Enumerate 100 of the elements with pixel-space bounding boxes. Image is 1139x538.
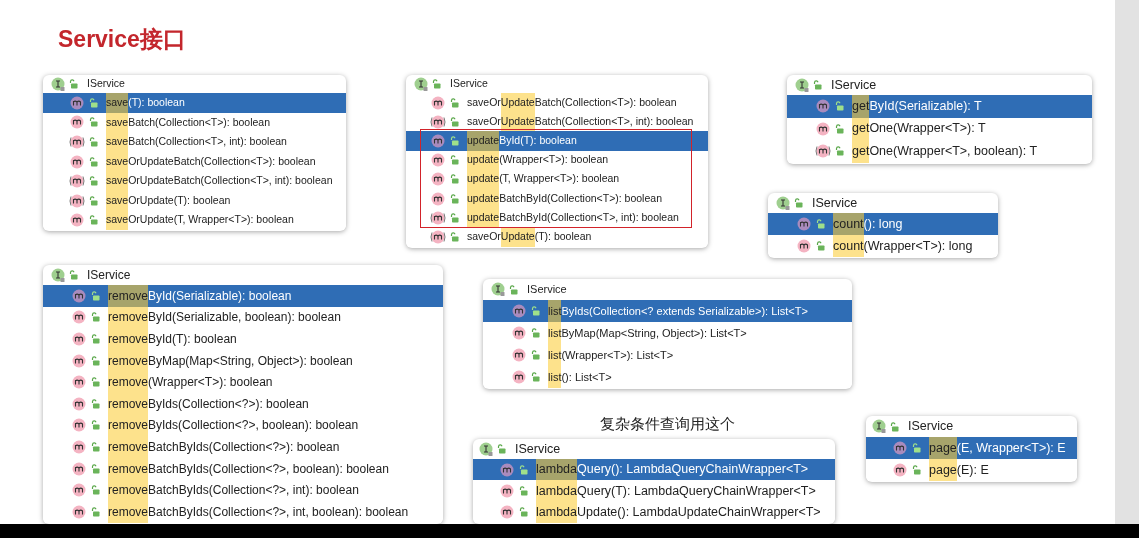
popup-header: IService (831, 76, 877, 94)
method-icon (815, 144, 831, 159)
lock-icon (91, 355, 100, 366)
suggestion-item[interactable]: updateBatchById(Collection<T>, int): boolean (406, 208, 708, 228)
method-icon (511, 326, 527, 340)
lock-icon (450, 97, 459, 108)
lock-icon (91, 441, 100, 452)
lock-icon (432, 79, 441, 89)
lock-icon (69, 270, 78, 280)
note-text: 复杂条件查询用这个 (600, 414, 735, 434)
lock-icon (91, 485, 100, 496)
lock-icon (835, 123, 844, 134)
suggestion-item[interactable]: saveOrUpdateBatch(Collection<T>, int): boolean (43, 171, 346, 191)
method-icon (430, 172, 446, 187)
suggestion-item[interactable]: saveOrUpdate(T, Wrapper<T>): boolean (43, 210, 346, 231)
interface-icon (51, 76, 66, 92)
suggestion-item[interactable]: removeByMap(Map<String, Object>): boolean (43, 349, 443, 372)
lock-icon (835, 101, 844, 112)
method-icon (499, 462, 515, 477)
lock-icon (912, 465, 921, 475)
lock-icon (450, 135, 459, 146)
method-icon (815, 99, 831, 114)
lock-icon (89, 156, 98, 167)
suggestion-item[interactable]: getOne(Wrapper<T>): T (787, 117, 1092, 140)
suggestion-item[interactable]: removeBatchByIds(Collection<?>, int): boolean (43, 479, 443, 501)
method-icon (430, 191, 446, 206)
suggestion-item[interactable]: saveBatch(Collection<T>): boolean (43, 112, 346, 133)
lock-icon (890, 421, 899, 432)
suggestion-item[interactable]: removeById(Serializable, boolean): boolean (43, 306, 443, 329)
suggestion-item[interactable]: lambdaQuery(T): LambdaQueryChainWrapper<T> (473, 480, 835, 502)
interface-icon (51, 267, 66, 283)
method-icon (69, 174, 85, 189)
method-icon (430, 229, 446, 244)
suggestion-item[interactable]: count(Wrapper<T>): long (768, 235, 998, 257)
popup-header: IService (908, 418, 954, 436)
suggestion-item[interactable]: page(E): E (866, 459, 1077, 481)
method-icon (71, 353, 87, 368)
suggestion-item[interactable]: saveBatch(Collection<T>, int): boolean (43, 132, 346, 152)
lock-icon (531, 350, 540, 360)
suggestion-item[interactable]: removeBatchByIds(Collection<?>): boolean (43, 436, 443, 458)
method-icon (511, 370, 527, 384)
suggestion-item[interactable]: removeById(Serializable): boolean (43, 285, 443, 307)
interface-icon (479, 441, 494, 457)
suggestion-item[interactable]: getOne(Wrapper<T>, boolean): T (787, 140, 1092, 163)
lock-icon (91, 420, 100, 431)
suggestion-item[interactable]: updateById(T): boolean (406, 131, 708, 151)
method-icon (430, 210, 446, 225)
method-icon (69, 115, 85, 130)
method-icon (69, 213, 85, 228)
suggestion-item[interactable]: page(E, Wrapper<T>): E (866, 437, 1077, 459)
lock-icon (519, 486, 528, 497)
suggestion-item[interactable]: saveOrUpdate(T): boolean (43, 190, 346, 211)
suggestion-item[interactable]: list(): List<T> (483, 366, 852, 388)
suggestion-item[interactable]: removeBatchByIds(Collection<?>, int, boolean): boolean (43, 500, 443, 523)
suggestion-item[interactable]: removeByIds(Collection<?>): boolean (43, 392, 443, 415)
suggestion-item[interactable]: lambdaQuery(): LambdaQueryChainWrapper<T> (473, 459, 835, 481)
method-icon (71, 396, 87, 411)
suggestion-item[interactable]: save(T): boolean (43, 93, 346, 113)
interface-icon (795, 77, 810, 93)
lock-icon (509, 284, 518, 295)
method-icon (71, 375, 87, 390)
interface-icon (776, 195, 791, 211)
popup-header: IService (515, 440, 561, 458)
slide-title: Service接口 (58, 25, 186, 54)
method-icon (71, 461, 87, 476)
lock-icon (89, 97, 98, 108)
lock-icon (89, 176, 98, 187)
lock-icon (519, 507, 528, 518)
suggestion-item[interactable]: listByMap(Map<String, Object>): List<T> (483, 322, 852, 344)
suggestion-item[interactable]: removeById(T): boolean (43, 328, 443, 350)
lock-icon (794, 198, 803, 208)
method-icon (69, 193, 85, 208)
lock-icon (89, 215, 98, 226)
method-icon (796, 217, 812, 231)
method-icon (499, 505, 515, 520)
lock-icon (816, 241, 825, 251)
suggestion-item[interactable]: saveOrUpdateBatch(Collection<T>, int): boolean (406, 112, 708, 132)
suggestion-item[interactable]: remove(Wrapper<T>): boolean (43, 371, 443, 393)
method-icon (430, 133, 446, 148)
suggestion-item[interactable]: saveOrUpdate(T): boolean (406, 227, 708, 247)
suggestion-item[interactable]: list(Wrapper<T>): List<T> (483, 344, 852, 366)
suggestion-item[interactable]: lambdaUpdate(): LambdaUpdateChainWrapper<T> (473, 501, 835, 524)
popup-header: IService (450, 76, 488, 92)
method-icon (71, 288, 87, 303)
interface-icon (491, 282, 506, 297)
lock-icon (450, 155, 459, 166)
popup-header: IService (87, 76, 125, 92)
suggestion-item[interactable]: saveOrUpdateBatch(Collection<T>): boolean (43, 151, 346, 172)
lock-icon (450, 212, 459, 223)
method-icon (69, 135, 85, 149)
suggestion-item[interactable]: saveOrUpdateBatch(Collection<T>): boolean (406, 93, 708, 113)
method-icon (892, 441, 908, 455)
popup-header: IService (527, 282, 567, 298)
suggestion-item[interactable]: removeByIds(Collection<?>, boolean): boolean (43, 414, 443, 437)
lock-icon (91, 506, 100, 517)
lock-icon (69, 79, 78, 89)
suggestion-item[interactable]: removeBatchByIds(Collection<?>, boolean): boolean (43, 457, 443, 480)
lock-icon (816, 219, 825, 229)
popup-header: IService (87, 267, 131, 284)
lock-icon (91, 334, 100, 344)
